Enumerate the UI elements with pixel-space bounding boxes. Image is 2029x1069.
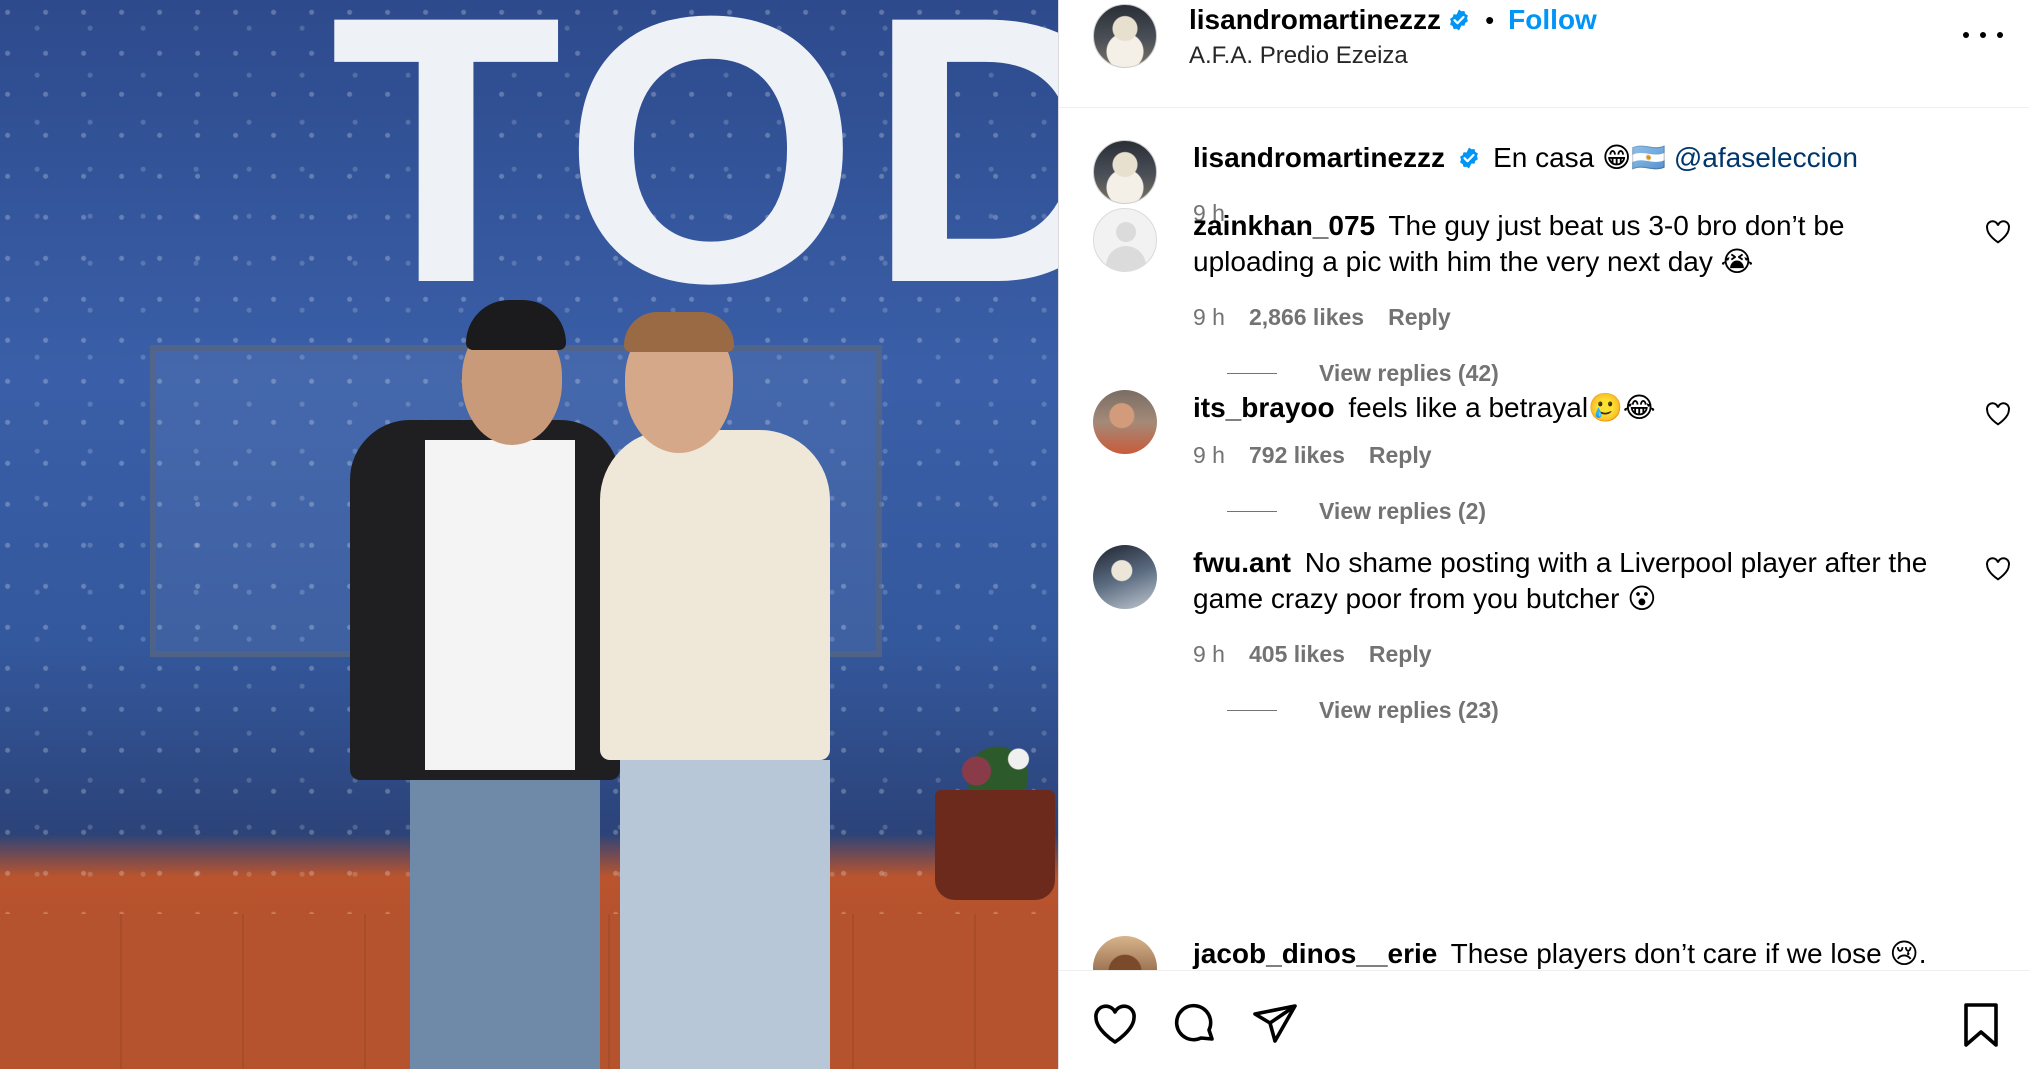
post-side-panel: lisandromartinezzz • Follow A.F.A. Predi…	[1058, 0, 2029, 1069]
comment-likes-count[interactable]: 792 likes	[1249, 442, 1345, 469]
view-replies-button[interactable]: View replies (23)	[1227, 697, 1499, 724]
photo-person-right-hair	[624, 312, 734, 352]
commenter-username[interactable]: fwu.ant	[1193, 547, 1291, 578]
post-header: lisandromartinezzz • Follow A.F.A. Predi…	[1059, 0, 2029, 108]
comment-likes-count[interactable]: 405 likes	[1249, 641, 1345, 668]
instagram-post: TODOS lisandromartinezzz • Follow	[0, 0, 2029, 1069]
commenter-username[interactable]: jacob_dinos__erie	[1193, 938, 1437, 969]
comment-timestamp[interactable]: 9 h	[1193, 641, 1225, 668]
verified-badge-icon	[1450, 9, 1468, 31]
photo-person-right-jeans	[620, 760, 830, 1069]
post-location[interactable]: A.F.A. Predio Ezeiza	[1189, 42, 1408, 70]
bookmark-icon[interactable]	[1957, 1001, 2005, 1049]
view-replies-button[interactable]: View replies (42)	[1227, 360, 1499, 387]
post-action-bar	[1059, 970, 2029, 1069]
comment-timestamp[interactable]: 9 h	[1193, 442, 1225, 469]
comment-body: zainkhan_075 The guy just beat us 3-0 br…	[1193, 208, 2010, 280]
comment-likes-count[interactable]: 2,866 likes	[1249, 304, 1364, 331]
commenter-avatar[interactable]	[1093, 390, 1157, 454]
author-avatar[interactable]	[1093, 4, 1157, 68]
view-replies-label: View replies (2)	[1319, 498, 1487, 524]
view-replies-line	[1227, 373, 1277, 374]
heart-icon[interactable]	[1091, 1001, 1139, 1049]
comment-reply-button[interactable]: Reply	[1369, 641, 1432, 668]
more-dot	[1980, 32, 1986, 38]
author-row: lisandromartinezzz • Follow	[1189, 0, 1597, 40]
caption-mention-link[interactable]: @afaseleccion	[1674, 142, 1858, 173]
comment-reply-button[interactable]: Reply	[1369, 442, 1432, 469]
share-icon[interactable]	[1251, 1001, 1299, 1049]
view-replies-line	[1227, 710, 1277, 711]
header-separator: •	[1485, 4, 1495, 35]
photo-flower-pot	[935, 790, 1055, 900]
caption-author-avatar[interactable]	[1093, 140, 1157, 204]
verified-badge-icon	[1460, 147, 1478, 169]
view-replies-button[interactable]: View replies (2)	[1227, 498, 1486, 525]
post-photo[interactable]: TODOS	[0, 0, 1058, 1069]
comment-like-heart-icon[interactable]	[1985, 402, 2011, 426]
more-dot	[1997, 32, 2003, 38]
commenter-avatar[interactable]	[1093, 936, 1157, 970]
comment-text: feels like a betrayal🥲😂	[1348, 392, 1656, 423]
commenter-avatar[interactable]	[1093, 208, 1157, 272]
comments-list[interactable]: lisandromartinezzz En casa 😁🇦🇷 @afaselec…	[1059, 108, 2029, 970]
comment-meta: 9 h 792 likes Reply	[1193, 442, 1432, 469]
view-replies-line	[1227, 511, 1277, 512]
comment-like-heart-icon[interactable]	[1985, 557, 2011, 581]
comment-timestamp[interactable]: 9 h	[1193, 304, 1225, 331]
photo-person-left-jeans	[410, 770, 600, 1069]
more-dot	[1963, 32, 1969, 38]
comment-text: These players don’t care if we lose 😢.	[1450, 938, 1927, 969]
comment-meta: 9 h 405 likes Reply	[1193, 641, 1432, 668]
comment-body: fwu.ant No shame posting with a Liverpoo…	[1193, 545, 2010, 617]
comment-body: its_brayoo feels like a betrayal🥲😂	[1193, 390, 2010, 426]
photo-person-right-sweater	[600, 430, 830, 760]
photo-wall-lettering: TODOS	[330, 0, 1058, 362]
caption-text: En casa 😁🇦🇷	[1493, 142, 1667, 173]
caption-author-username[interactable]: lisandromartinezzz	[1193, 142, 1445, 173]
comment-text: No shame posting with a Liverpool player…	[1193, 547, 1928, 614]
view-replies-label: View replies (23)	[1319, 697, 1499, 723]
photo-person-left-shirt	[425, 440, 575, 770]
author-username[interactable]: lisandromartinezzz	[1189, 4, 1441, 36]
caption-body: lisandromartinezzz En casa 😁🇦🇷 @afaselec…	[1193, 140, 1959, 176]
follow-button[interactable]: Follow	[1508, 4, 1597, 36]
commenter-avatar[interactable]	[1093, 545, 1157, 609]
comment-like-heart-icon[interactable]	[1985, 220, 2011, 244]
comment-reply-button[interactable]: Reply	[1388, 304, 1451, 331]
more-options-icon[interactable]	[1963, 20, 2003, 50]
commenter-username[interactable]: zainkhan_075	[1193, 210, 1375, 241]
comment-body: jacob_dinos__erie These players don’t ca…	[1193, 936, 1959, 970]
commenter-username[interactable]: its_brayoo	[1193, 392, 1335, 423]
comment-meta: 9 h 2,866 likes Reply	[1193, 304, 1451, 331]
view-replies-label: View replies (42)	[1319, 360, 1499, 386]
comment-icon[interactable]	[1171, 1001, 1219, 1049]
photo-flowers	[945, 735, 1050, 795]
